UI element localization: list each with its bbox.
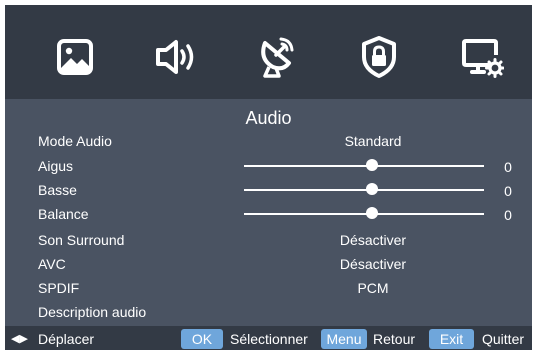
spdif-label: SPDIF: [38, 280, 80, 296]
basse-slider[interactable]: [244, 183, 484, 195]
panel-title: Audio: [245, 108, 292, 128]
exit-key-badge[interactable]: Exit: [429, 329, 474, 349]
monitor-settings-icon[interactable]: [460, 35, 504, 79]
aigus-slider-knob[interactable]: [366, 159, 378, 171]
son-surround-label: Son Surround: [38, 232, 125, 248]
menu-key-badge[interactable]: Menu: [321, 329, 367, 349]
aigus-value: 0: [504, 159, 512, 175]
row-balance[interactable]: Balance 0: [5, 202, 532, 226]
sound-icon[interactable]: [154, 35, 198, 79]
mode-audio-value[interactable]: Standard: [243, 129, 503, 153]
balance-value: 0: [504, 207, 512, 223]
aigus-label: Aigus: [38, 158, 74, 174]
balance-slider-knob[interactable]: [366, 207, 378, 219]
picture-icon[interactable]: [53, 35, 97, 79]
aigus-slider[interactable]: [244, 159, 484, 171]
select-label: Sélectionner: [230, 331, 308, 347]
left-right-arrows-icon: ◀▶: [11, 333, 28, 345]
avc-label: AVC: [38, 256, 66, 272]
row-mode-audio[interactable]: Mode Audio Standard: [5, 129, 532, 153]
row-spdif[interactable]: SPDIF PCM: [5, 276, 532, 300]
back-label: Retour: [373, 331, 416, 347]
row-description-audio[interactable]: Description audio: [5, 300, 532, 324]
tv-menu-screen: Audio Mode Audio Standard Aigus 0 Basse …: [5, 5, 532, 350]
audio-settings-panel: Audio Mode Audio Standard Aigus 0 Basse …: [5, 99, 532, 326]
avc-value[interactable]: Désactiver: [243, 252, 503, 276]
row-basse[interactable]: Basse 0: [5, 178, 532, 202]
son-surround-value[interactable]: Désactiver: [243, 228, 503, 252]
basse-label: Basse: [38, 182, 77, 198]
row-son-surround[interactable]: Son Surround Désactiver: [5, 228, 532, 252]
move-label: Déplacer: [38, 331, 95, 347]
row-avc[interactable]: AVC Désactiver: [5, 252, 532, 276]
help-bar: ◀▶ Déplacer OK Sélectionner Menu Retour …: [5, 326, 532, 350]
spdif-value[interactable]: PCM: [243, 276, 503, 300]
lock-shield-icon[interactable]: [357, 35, 401, 79]
balance-slider[interactable]: [244, 207, 484, 219]
satellite-dish-icon[interactable]: [255, 35, 299, 79]
balance-label: Balance: [38, 206, 89, 222]
quit-label: Quitter: [482, 331, 525, 347]
description-audio-label: Description audio: [38, 304, 147, 320]
basse-slider-knob[interactable]: [366, 183, 378, 195]
basse-value: 0: [504, 183, 512, 199]
ok-key-badge[interactable]: OK: [181, 329, 223, 349]
category-bar: [5, 5, 532, 99]
mode-audio-label: Mode Audio: [38, 133, 112, 149]
row-aigus[interactable]: Aigus 0: [5, 154, 532, 178]
